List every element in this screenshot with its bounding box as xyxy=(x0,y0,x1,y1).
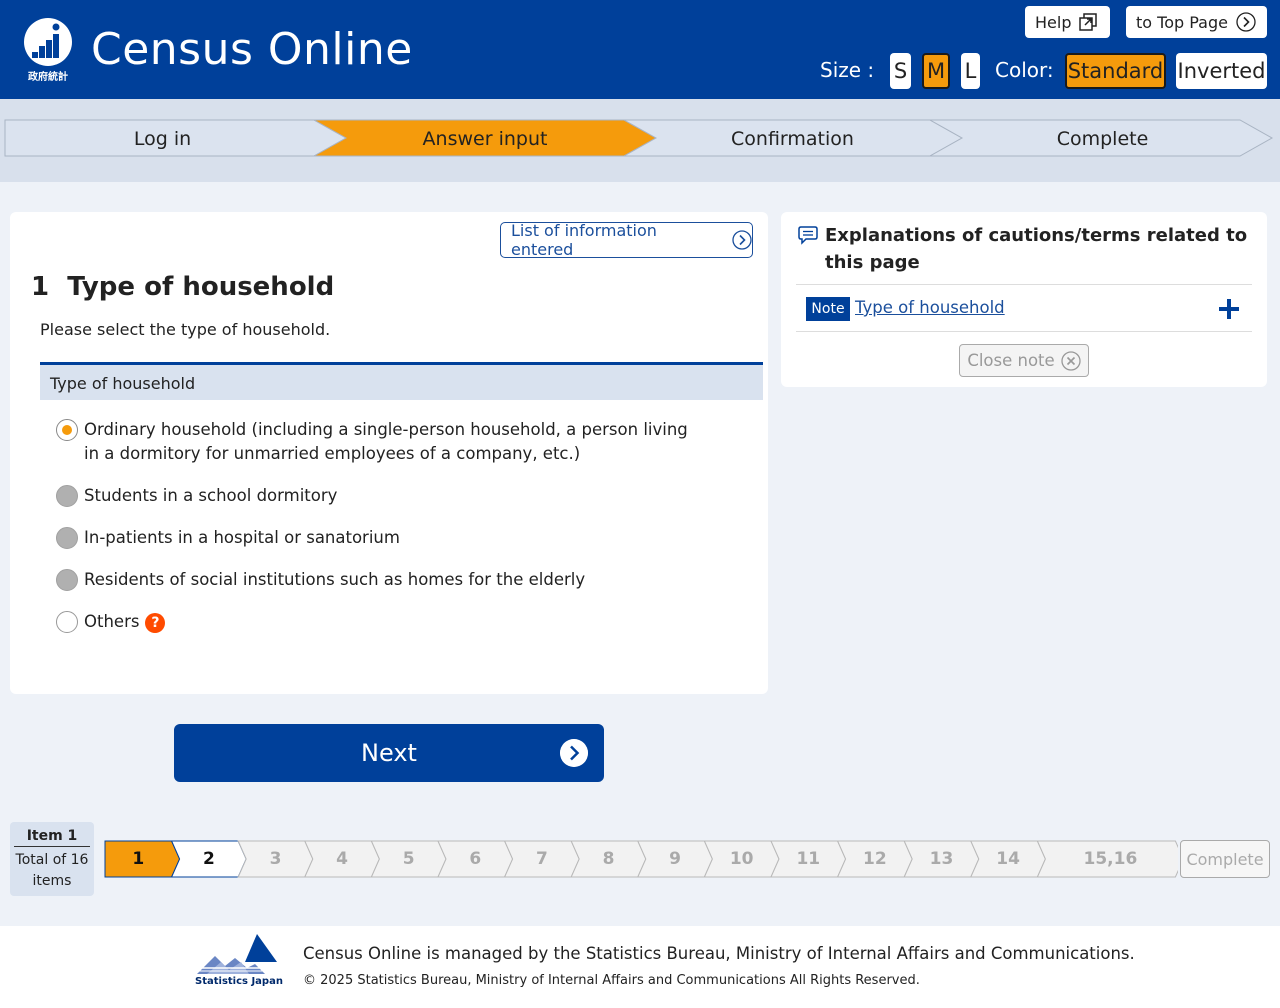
item-nav-number: 8 xyxy=(602,849,615,869)
question-instruction: Please select the type of household. xyxy=(40,320,331,339)
radio-selected[interactable] xyxy=(56,419,78,441)
step-log-in: Log in xyxy=(133,128,192,150)
item-nav-number: 12 xyxy=(863,849,887,869)
note-link-type-of-household[interactable]: Type of household xyxy=(855,298,1005,317)
footer-managed-text: Census Online is managed by the Statisti… xyxy=(303,944,1135,963)
close-circle-icon xyxy=(1061,350,1081,371)
item-nav-number: 6 xyxy=(469,849,482,869)
option-label: Others xyxy=(84,612,140,631)
color-label: Color: xyxy=(995,58,1054,82)
option-label: In-patients in a hospital or sanatorium xyxy=(84,528,400,547)
radio-disabled xyxy=(56,527,78,549)
logo-subtitle: 政府統計 xyxy=(28,72,68,83)
chevron-right-icon xyxy=(560,739,588,767)
speech-bubble-icon xyxy=(798,226,818,245)
external-link-icon xyxy=(1079,13,1098,31)
option-school-dormitory: Students in a school dormitory xyxy=(56,484,337,508)
statistics-japan-text: Statistics Japan xyxy=(195,976,283,987)
explanation-title: Explanations of cautions/terms related t… xyxy=(825,225,1248,273)
step-confirmation: Confirmation xyxy=(731,128,854,150)
item-nav-number: 10 xyxy=(729,849,754,869)
top-page-button[interactable]: to Top Page xyxy=(1126,6,1267,38)
note-tag: Note xyxy=(806,297,850,321)
option-ordinary-household[interactable]: Ordinary household (including a single-p… xyxy=(56,418,706,466)
statistics-japan-logo xyxy=(195,934,277,974)
current-item-label: Item 1 xyxy=(14,828,90,847)
next-label: Next xyxy=(361,739,417,767)
option-label: Students in a school dormitory xyxy=(84,486,338,505)
size-label: Size : xyxy=(820,58,875,82)
close-note-button[interactable]: Close note xyxy=(959,344,1089,377)
question-title: 1 Type of household xyxy=(31,272,335,302)
radio-disabled xyxy=(56,485,78,507)
item-nav-number: 15,16 xyxy=(1083,849,1138,869)
logo-bars-icon xyxy=(32,23,60,58)
plus-icon[interactable] xyxy=(1218,298,1240,320)
footer-copyright: © 2025 Statistics Bureau, Ministry of In… xyxy=(303,973,920,988)
item-nav-number: 4 xyxy=(336,849,349,869)
section-header: Type of household xyxy=(40,362,763,400)
item-nav-number: 7 xyxy=(535,849,548,869)
chevron-right-circle-icon xyxy=(732,230,752,250)
size-l-button[interactable]: L xyxy=(961,53,980,89)
list-of-information-button[interactable]: List of information entered xyxy=(500,221,753,259)
radio-disabled xyxy=(56,569,78,591)
list-button-label: List of information entered xyxy=(511,221,657,259)
step-complete: Complete xyxy=(1056,128,1149,150)
radio-unselected[interactable] xyxy=(56,611,78,633)
item-nav-number: 9 xyxy=(669,849,682,869)
option-label: Residents of social institutions such as… xyxy=(84,570,586,589)
header: 政府統計 Census Online Help to Top Page Size… xyxy=(0,0,1280,99)
size-s-button[interactable]: S xyxy=(890,53,911,89)
footer xyxy=(0,926,1280,1008)
option-social-institution: Residents of social institutions such as… xyxy=(56,568,585,592)
item-nav-number: 5 xyxy=(402,849,415,869)
total-items-label: Total of 16 items xyxy=(15,852,89,889)
close-note-label: Close note xyxy=(967,351,1055,370)
color-standard-button[interactable]: Standard xyxy=(1065,53,1166,89)
question-help-icon[interactable]: ? xyxy=(145,613,166,633)
help-button[interactable]: Help xyxy=(1025,6,1110,38)
item-nav-number: 3 xyxy=(269,849,282,869)
item-nav-number: 1 xyxy=(132,849,145,869)
step-answer-input: Answer input xyxy=(422,128,548,150)
item-nav-number: 2 xyxy=(202,849,215,869)
item-nav-number: 11 xyxy=(796,849,821,869)
top-page-label: to Top Page xyxy=(1136,12,1228,32)
chevron-right-circle-icon xyxy=(1236,12,1256,32)
size-m-button[interactable]: M xyxy=(922,53,950,89)
logo: 政府統計 xyxy=(22,18,74,83)
option-label: Ordinary household (including a single-p… xyxy=(84,420,688,463)
next-button[interactable]: Next xyxy=(174,724,604,782)
item-complete-button: Complete xyxy=(1180,840,1270,878)
help-label: Help xyxy=(1035,12,1072,32)
app-title: Census Online xyxy=(91,24,413,75)
color-inverted-button[interactable]: Inverted xyxy=(1176,53,1267,89)
item-nav-number: 13 xyxy=(929,849,954,869)
option-hospital: In-patients in a hospital or sanatorium xyxy=(56,526,400,550)
option-others[interactable]: Others ? xyxy=(56,610,166,634)
item-nav-number: 14 xyxy=(996,849,1020,869)
